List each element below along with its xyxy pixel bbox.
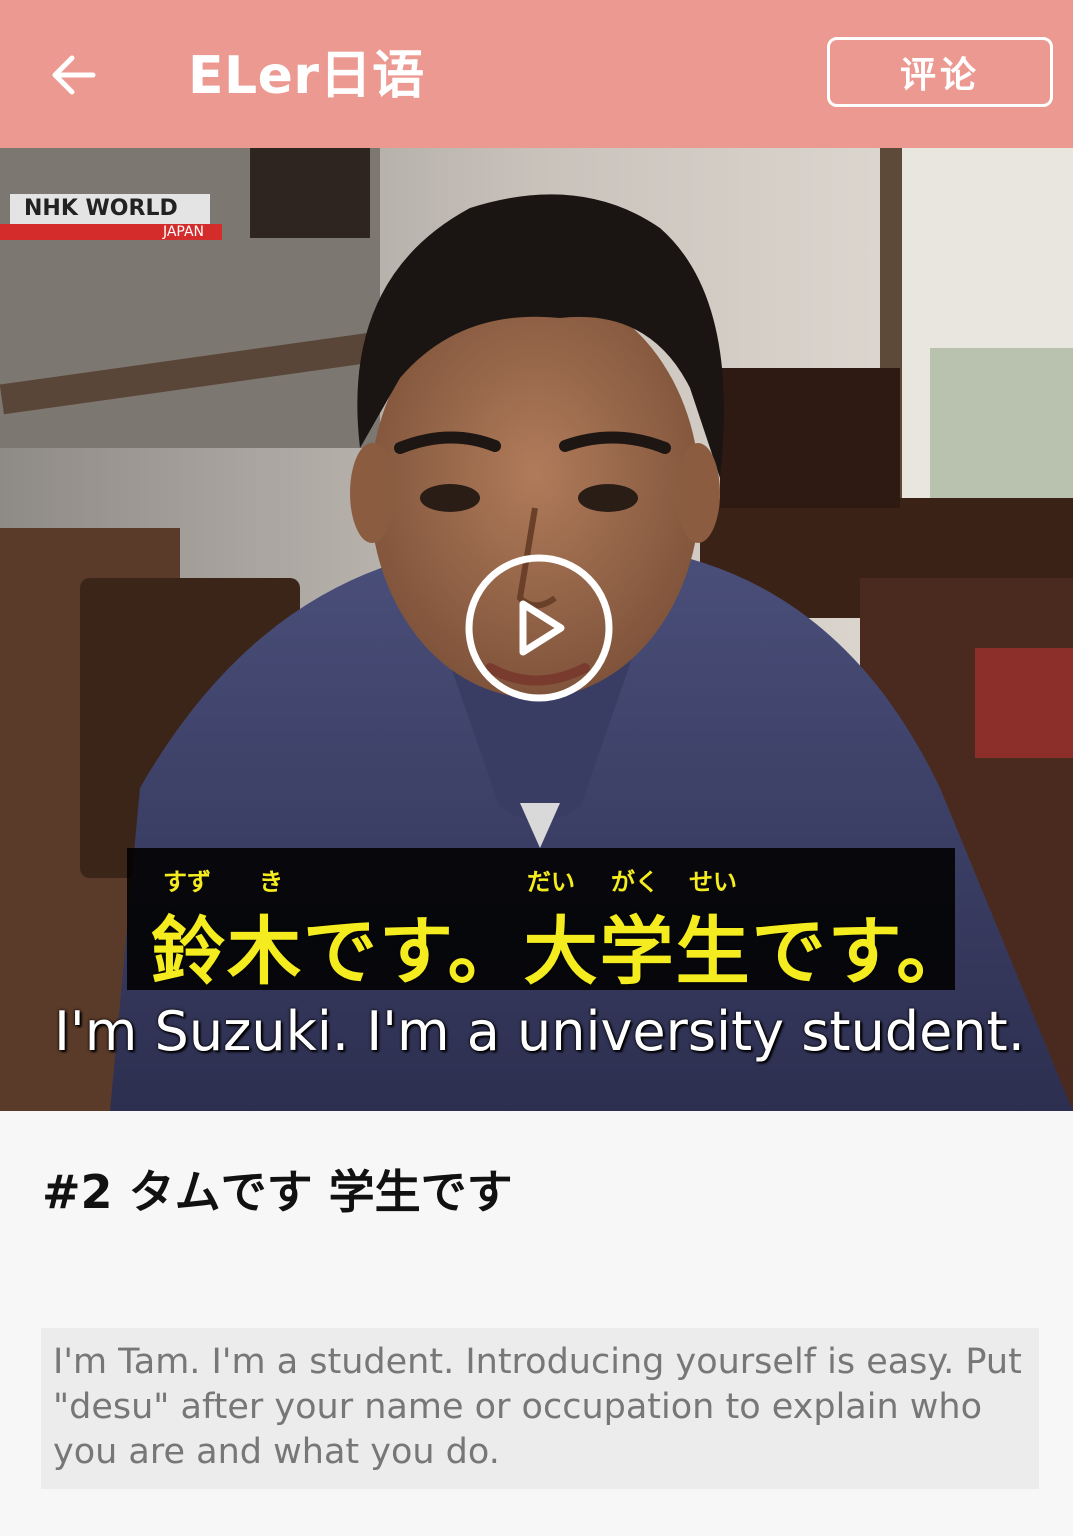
japanese-subtitle-box: すず き だい がく せい 鈴木です。大学生です。 bbox=[127, 848, 970, 995]
arrow-left-icon bbox=[52, 55, 96, 95]
video-player[interactable]: NHK WORLD JAPAN すず き だい がく せい 鈴木です。大学生です… bbox=[0, 148, 1073, 1111]
app-header: ELer日语 评论 bbox=[0, 0, 1073, 148]
channel-logo-main: NHK WORLD bbox=[10, 194, 210, 224]
japanese-subtitle-line: すず き だい がく せい 鈴木です。大学生です。 bbox=[127, 848, 970, 995]
play-circle-icon bbox=[465, 554, 613, 702]
episode-title: #2 タムです 学生です bbox=[42, 1165, 513, 1219]
app-title: ELer日语 bbox=[188, 46, 425, 106]
channel-logo-sub: JAPAN bbox=[162, 224, 204, 240]
japanese-subtitle-text: 鈴木です。大学生です。 bbox=[151, 909, 973, 995]
english-subtitle: I'm Suzuki. I'm a university student. bbox=[54, 1000, 1025, 1063]
play-button[interactable] bbox=[463, 552, 615, 704]
comment-button[interactable]: 评论 bbox=[827, 37, 1053, 107]
channel-logo: NHK WORLD JAPAN bbox=[0, 194, 222, 244]
back-button[interactable] bbox=[38, 40, 108, 110]
episode-description: I'm Tam. I'm a student. Introducing your… bbox=[41, 1328, 1039, 1489]
